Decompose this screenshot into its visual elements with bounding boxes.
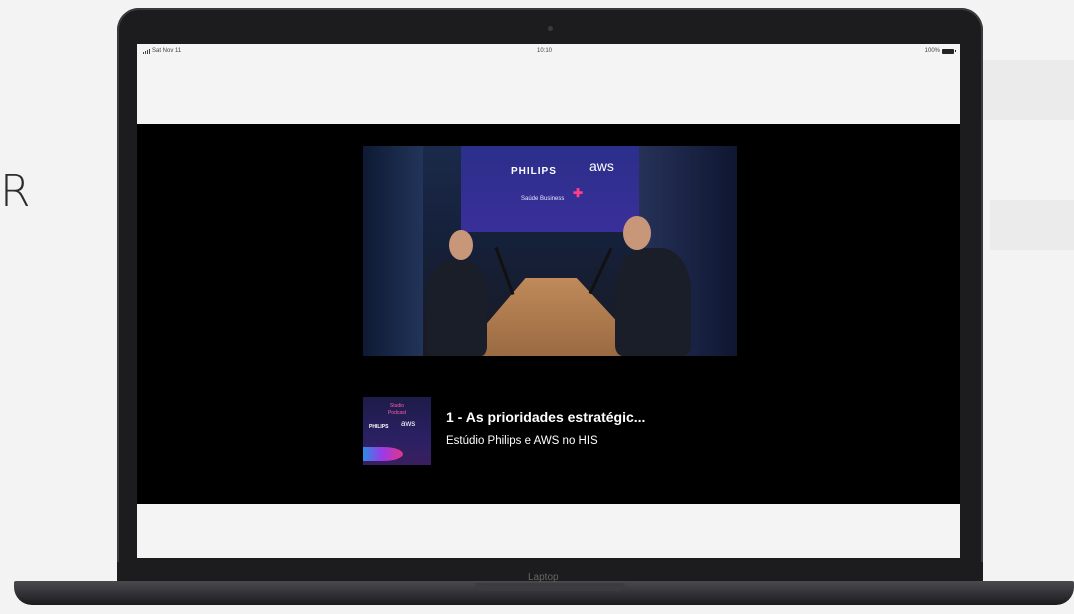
camera-icon	[548, 26, 553, 31]
battery-icon	[942, 48, 956, 54]
plus-icon: ✚	[573, 186, 584, 200]
guest-left-head	[449, 230, 473, 260]
laptop-notch	[475, 583, 625, 591]
guest-left	[427, 260, 487, 356]
status-bar: Sat Nov 11 10:10 100%	[137, 44, 960, 60]
microphone-icon	[588, 247, 613, 295]
laptop-screen: Sat Nov 11 10:10 100% PHILIPS aws Saúde …	[137, 44, 960, 558]
background-letter: R	[0, 166, 31, 217]
studio-backdrop-screen: PHILIPS aws Saúde Business ✚	[461, 146, 639, 232]
art-brand: PHILIPS	[369, 424, 389, 430]
art-aws: aws	[401, 419, 416, 428]
status-right: 100%	[924, 48, 956, 54]
backdrop-aws: aws	[589, 158, 614, 174]
battery-percent: 100%	[924, 48, 940, 54]
art-line2: Podcast	[387, 410, 407, 416]
art-line1: Studio	[389, 403, 405, 409]
episode-subtitle[interactable]: Estúdio Philips e AWS no HIS	[446, 435, 598, 447]
backdrop-sub: Saúde Business	[521, 196, 565, 202]
episode-title[interactable]: 1 - As prioridades estratégic...	[446, 409, 645, 425]
episode-artwork[interactable]: Studio Podcast PHILIPS aws	[363, 397, 431, 465]
player-area: PHILIPS aws Saúde Business ✚ Studio Podc…	[137, 124, 960, 504]
backdrop-brand: PHILIPS	[511, 166, 557, 177]
video-player[interactable]: PHILIPS aws Saúde Business ✚	[363, 146, 737, 356]
status-date: Sat Nov 11	[152, 48, 182, 54]
bg-stripe	[990, 200, 1074, 250]
status-time: 10:10	[537, 48, 553, 54]
art-wave	[363, 447, 403, 461]
studio-window-left	[363, 146, 423, 356]
signal-icon	[143, 48, 150, 54]
guest-right-head	[623, 216, 651, 250]
status-left: Sat Nov 11	[143, 48, 181, 54]
guest-right	[615, 248, 691, 356]
device-label: Laptop	[528, 572, 559, 583]
microphone-icon	[494, 246, 515, 296]
bg-stripe	[980, 60, 1074, 120]
